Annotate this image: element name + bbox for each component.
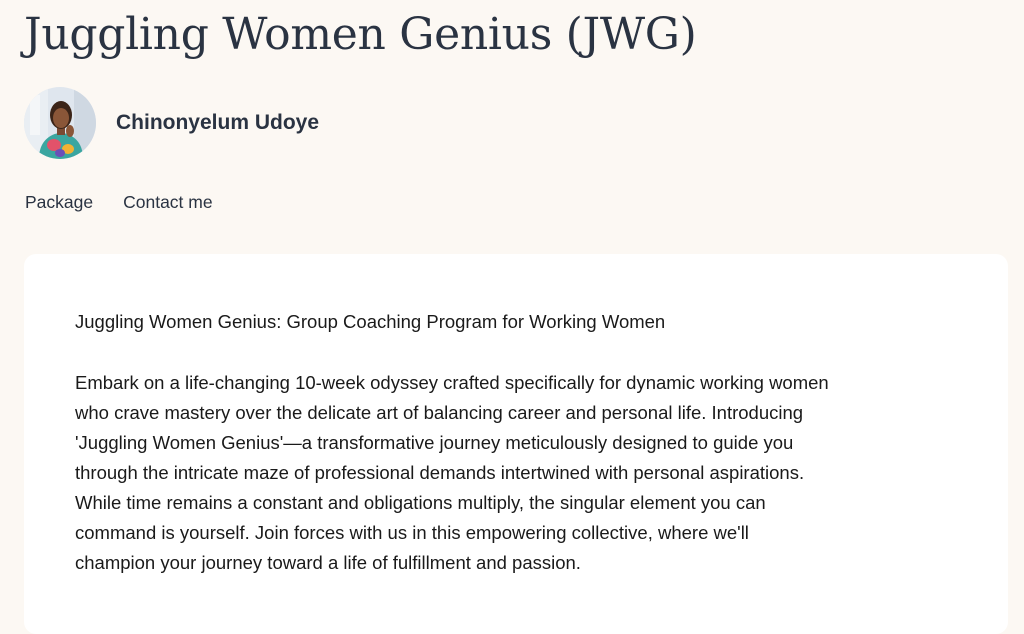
content-card: Juggling Women Genius: Group Coaching Pr…: [24, 254, 1008, 634]
description-line: command is yourself. Join forces with us…: [75, 522, 749, 543]
nav-item-contact-me[interactable]: Contact me: [123, 190, 212, 214]
description-line: through the intricate maze of profession…: [75, 462, 805, 483]
description-line: While time remains a constant and obliga…: [75, 492, 766, 513]
program-description: Embark on a life-changing 10-week odysse…: [75, 368, 975, 578]
description-line: champion your journey toward a life of f…: [75, 552, 581, 573]
top-nav: Package Contact me: [25, 190, 213, 214]
program-heading: Juggling Women Genius: Group Coaching Pr…: [75, 311, 666, 332]
author-name[interactable]: Chinonyelum Udoye: [116, 111, 319, 135]
avatar-photo-icon: [24, 87, 96, 159]
page-title: Juggling Women Genius (JWG): [24, 9, 697, 60]
content-card-body: Juggling Women Genius: Group Coaching Pr…: [75, 308, 975, 578]
nav-item-package[interactable]: Package: [25, 190, 93, 214]
description-line: who crave mastery over the delicate art …: [75, 402, 804, 423]
description-line: 'Juggling Women Genius'—a transformative…: [75, 432, 794, 453]
author-block: Chinonyelum Udoye: [24, 87, 319, 159]
description-line: Embark on a life-changing 10-week odysse…: [75, 372, 829, 393]
avatar[interactable]: [24, 87, 96, 159]
